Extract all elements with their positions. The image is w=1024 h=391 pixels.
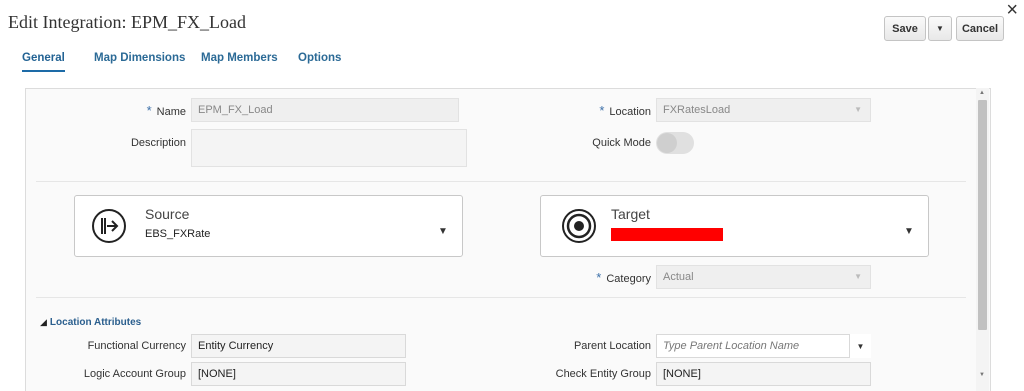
logic-account-group-label: Logic Account Group [83, 368, 186, 380]
divider [36, 297, 966, 298]
save-button[interactable]: Save [884, 16, 926, 41]
page-title: Edit Integration: EPM_FX_Load [8, 12, 246, 32]
required-marker: * [596, 270, 602, 285]
parent-location-label: Parent Location [573, 340, 651, 352]
description-label: Description [130, 137, 186, 149]
toggle-knob [657, 133, 677, 153]
scroll-down-icon[interactable]: ▼ [979, 372, 985, 378]
parent-location-input[interactable]: Type Parent Location Name [656, 334, 871, 358]
target-card[interactable]: Target ▼ [540, 195, 929, 257]
target-value-redacted [611, 228, 723, 241]
logic-account-group-field[interactable]: [NONE] [191, 362, 406, 386]
save-options-menu-button[interactable]: ▼ [928, 16, 952, 41]
check-entity-group-field[interactable]: [NONE] [656, 362, 871, 386]
tab-general[interactable]: General [22, 52, 65, 72]
scrollbar-thumb[interactable] [978, 100, 987, 330]
required-marker: * [146, 103, 152, 118]
tab-options[interactable]: Options [298, 52, 341, 70]
divider [36, 181, 966, 182]
chevron-down-icon: ▼ [854, 105, 862, 114]
quick-mode-label: Quick Mode [592, 137, 651, 149]
source-title: Source [145, 206, 190, 222]
chevron-down-icon[interactable]: ▼ [904, 226, 914, 237]
location-attributes-header[interactable]: ◢ Location Attributes [40, 317, 141, 328]
tab-map-dimensions[interactable]: Map Dimensions [94, 52, 185, 70]
category-select[interactable]: Actual ▼ [656, 265, 871, 289]
collapse-triangle-icon: ◢ [40, 317, 47, 327]
scroll-up-icon[interactable]: ▲ [979, 90, 985, 96]
target-title: Target [611, 206, 650, 222]
target-icon [562, 209, 596, 243]
close-icon[interactable]: × [1006, 0, 1018, 20]
check-entity-group-label: Check Entity Group [555, 368, 651, 380]
location-label: * Location [599, 103, 651, 118]
chevron-down-icon: ▼ [854, 272, 862, 281]
required-marker: * [599, 103, 605, 118]
parent-location-dropdown-button[interactable]: ▼ [849, 334, 871, 358]
chevron-down-icon: ▼ [856, 341, 865, 351]
name-label: * Name [146, 103, 186, 118]
name-field[interactable]: EPM_FX_Load [191, 98, 459, 122]
quick-mode-toggle[interactable] [656, 132, 694, 154]
functional-currency-field[interactable]: Entity Currency [191, 334, 406, 358]
tab-map-members[interactable]: Map Members [201, 52, 278, 70]
chevron-down-icon: ▼ [936, 24, 944, 33]
functional-currency-label: Functional Currency [87, 340, 186, 352]
location-select[interactable]: FXRatesLoad ▼ [656, 98, 871, 122]
source-arrow-icon [92, 209, 126, 243]
form-panel: * Name EPM_FX_Load * Location FXRatesLoad … [25, 88, 991, 391]
source-card[interactable]: Source EBS_FXRate ▼ [74, 195, 463, 257]
source-value: EBS_FXRate [145, 228, 211, 240]
description-field[interactable] [191, 129, 467, 167]
chevron-down-icon[interactable]: ▼ [438, 226, 448, 237]
category-label: * Category [596, 270, 651, 285]
cancel-button[interactable]: Cancel [956, 16, 1004, 41]
